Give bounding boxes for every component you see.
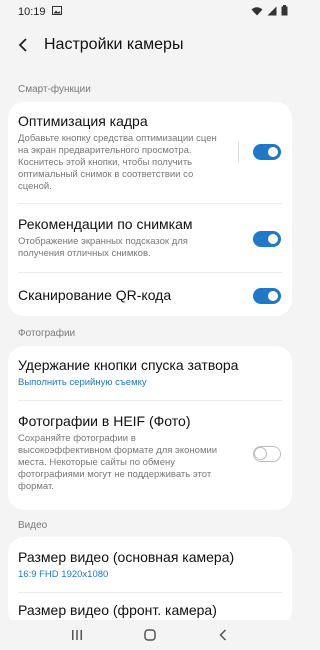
divider — [18, 400, 282, 401]
wifi-icon — [251, 6, 263, 19]
section-label-smart: Смарт-функции — [18, 84, 91, 95]
setting-value: Выполнить серийную съемку — [18, 377, 147, 388]
setting-shot-suggestions[interactable]: Рекомендации по снимкам Отображение экра… — [18, 216, 226, 260]
setting-title: Рекомендации по снимкам — [18, 216, 193, 232]
status-time: 10:19 — [18, 6, 46, 18]
setting-frame-optimizer[interactable]: Оптимизация кадра Добавьте кнопку средст… — [18, 113, 226, 193]
video-card: Размер видео (основная камера) 16:9 FHD … — [8, 537, 292, 627]
frame-optimizer-toggle[interactable] — [253, 144, 281, 160]
divider — [18, 203, 282, 204]
setting-title: Оптимизация кадра — [18, 113, 148, 129]
setting-title: Размер видео (фронт. камера) — [18, 602, 217, 618]
status-bar: 10:19 — [0, 0, 300, 24]
qr-scan-toggle[interactable] — [253, 288, 281, 304]
signal-icon — [267, 6, 277, 19]
smart-features-card: Оптимизация кадра Добавьте кнопку средст… — [8, 102, 292, 316]
setting-title: Сканирование QR-кода — [18, 287, 172, 303]
setting-title: Удержание кнопки спуска затвора — [18, 357, 239, 373]
recent-apps-button[interactable] — [62, 623, 92, 647]
battery-icon — [281, 5, 288, 19]
recent-apps-icon — [71, 630, 82, 640]
setting-heif[interactable]: Фотографии в HEIF (Фото) Сохраняйте фото… — [18, 413, 228, 493]
setting-rear-video-size[interactable]: Размер видео (основная камера) 16:9 FHD … — [18, 549, 282, 580]
photos-card: Удержание кнопки спуска затвора Выполнит… — [8, 346, 292, 510]
app-header: Настройки камеры — [0, 30, 300, 60]
setting-description: Отображение экранных подсказок для получ… — [18, 236, 188, 259]
setting-title: Фотографии в HEIF (Фото) — [18, 413, 191, 429]
setting-description: Сохраняйте фотографии в высокоэффективно… — [18, 433, 218, 492]
back-button[interactable] — [14, 36, 32, 54]
section-label-video: Видео — [18, 520, 48, 531]
back-nav-button[interactable] — [208, 623, 238, 647]
setting-title: Размер видео (основная камера) — [18, 549, 235, 565]
home-button[interactable] — [135, 623, 165, 647]
back-arrow-icon — [18, 38, 27, 52]
setting-front-video-size[interactable]: Размер видео (фронт. камера) — [18, 602, 282, 619]
shot-suggestions-toggle[interactable] — [253, 231, 281, 247]
toggle-divider — [238, 142, 239, 162]
setting-value: 16:9 FHD 1920x1080 — [18, 569, 109, 580]
divider — [18, 592, 282, 593]
setting-qr-scan[interactable]: Сканирование QR-кода — [18, 287, 226, 304]
navigation-bar — [0, 620, 300, 650]
setting-hold-shutter[interactable]: Удержание кнопки спуска затвора Выполнит… — [18, 357, 282, 388]
setting-description: Добавьте кнопку средства оптимизации сце… — [18, 133, 217, 192]
home-icon — [144, 629, 156, 641]
heif-toggle[interactable] — [253, 446, 281, 462]
back-nav-icon — [219, 629, 227, 641]
section-label-photos: Фотографии — [18, 328, 76, 339]
divider — [18, 272, 282, 273]
gallery-notification-icon — [51, 6, 62, 18]
page-title: Настройки камеры — [44, 36, 184, 53]
